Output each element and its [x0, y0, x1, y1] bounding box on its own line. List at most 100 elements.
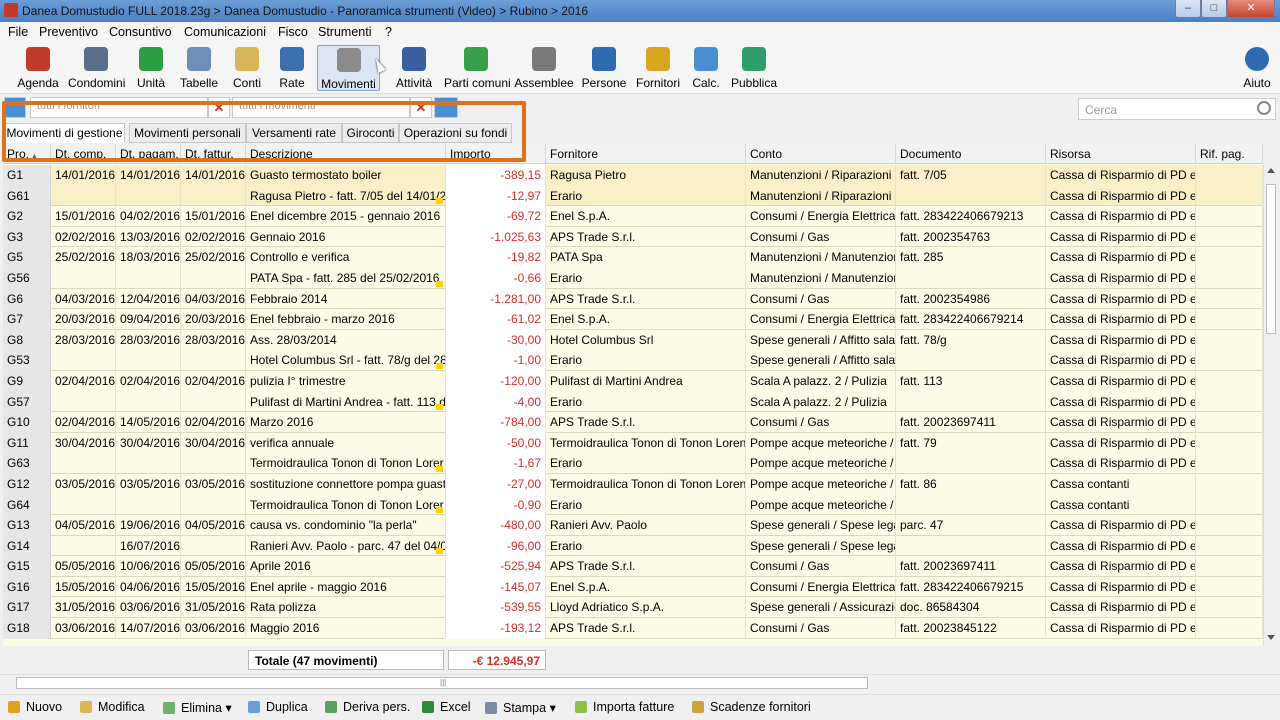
toolbar-label: Parti comuni — [444, 76, 511, 90]
col-dt-pagam-header[interactable]: Dt. pagam. — [116, 144, 181, 164]
col-documento-cell: fatt. 2002354763 — [896, 226, 1046, 248]
col-importo-header[interactable]: Importo — [446, 144, 546, 164]
movement-filter[interactable]: tutti i movimenti — [232, 97, 410, 118]
toolbar-movimenti-button[interactable]: Movimenti — [317, 45, 380, 91]
search-icon[interactable] — [1257, 101, 1271, 115]
clear-movement-filter-button[interactable]: ✕ — [410, 97, 432, 118]
toolbar-persone-button[interactable]: Persone — [580, 45, 628, 91]
table-row[interactable]: G2 15/01/2016 04/02/2016 15/01/2016 Enel dic… — [3, 206, 1263, 227]
stampa-button[interactable]: Stampa ▾ — [485, 700, 556, 715]
menu-consuntivo[interactable]: Consuntivo — [109, 25, 172, 39]
table-row[interactable]: G17 31/05/2016 03/06/2016 31/05/2016 Rata po… — [3, 597, 1263, 619]
sort-ascending-icon: ▲ — [29, 153, 38, 160]
cell-text: APS Trade S.r.l. — [550, 559, 636, 574]
col-fornitore-header[interactable]: Fornitore — [546, 144, 746, 164]
scadenze-fornitori-button[interactable]: Scadenze fornitori — [692, 700, 811, 714]
scroll-grip: ||| — [440, 678, 447, 687]
col-risorsa-cell: Cassa di Risparmio di PD e R — [1046, 576, 1196, 598]
table-row[interactable]: G8 28/03/2016 28/03/2016 28/03/2016 Ass. 28/… — [3, 329, 1263, 351]
cell-text: G18 — [7, 621, 30, 636]
menu-preventivo[interactable]: Preventivo — [39, 25, 98, 39]
filter-options-icon[interactable] — [434, 97, 458, 118]
col-descrizione-header[interactable]: Descrizione — [246, 144, 446, 164]
deriva-pers-button[interactable]: Deriva pers. — [325, 700, 410, 714]
table-row[interactable]: G57 Pulifast di Martini Andrea - fatt. 11… — [3, 391, 1263, 413]
table-row[interactable]: G64 Termoidraulica Tonon di Tonon Lorer -0… — [3, 494, 1263, 516]
tab-giroconti[interactable]: Giroconti — [342, 123, 399, 143]
help-button[interactable]: Aiuto — [1238, 45, 1276, 91]
col-dt-fattur-header[interactable]: Dt. fattur. — [181, 144, 246, 164]
table-row[interactable]: G6 04/03/2016 12/04/2016 04/03/2016 Febbraio… — [3, 288, 1263, 310]
table-row[interactable]: G16 15/05/2016 04/06/2016 15/05/2016 Enel ap… — [3, 576, 1263, 598]
scroll-down-arrow[interactable] — [1267, 635, 1275, 640]
nuovo-button[interactable]: Nuovo — [8, 700, 62, 714]
table-row[interactable]: G53 Hotel Columbus Srl - fatt. 78/g del 2… — [3, 350, 1263, 371]
scroll-up-arrow[interactable] — [1267, 168, 1275, 173]
toolbar-condomini-button[interactable]: Condomini — [68, 45, 125, 91]
toolbar-conti-button[interactable]: Conti — [226, 45, 268, 91]
toolbar-pubblica-button[interactable]: Pubblica — [730, 45, 778, 91]
menu-fisco[interactable]: Fisco — [278, 25, 308, 39]
table-row[interactable]: G56 PATA Spa - fatt. 285 del 25/02/2016 -0… — [3, 267, 1263, 289]
toolbar-calc-button[interactable]: Calc. — [690, 45, 722, 91]
table-row[interactable]: G15 05/05/2016 10/06/2016 05/05/2016 Aprile … — [3, 556, 1263, 577]
col-documento-cell: fatt. 2002354986 — [896, 288, 1046, 310]
col-rif-pag-header[interactable]: Rif. pag. — [1196, 144, 1263, 164]
toolbar-attivit-button[interactable]: Attività — [392, 45, 436, 91]
excel-button[interactable]: Excel — [422, 700, 471, 714]
maximize-button[interactable]: □ — [1201, 0, 1227, 18]
table-row[interactable]: G18 03/06/2016 14/07/2016 03/06/2016 Maggio … — [3, 618, 1263, 639]
modifica-button[interactable]: Modifica — [80, 700, 145, 714]
table-row[interactable]: G9 02/04/2016 02/04/2016 02/04/2016 pulizia … — [3, 370, 1263, 392]
col-fornitore-cell: APS Trade S.r.l. — [546, 412, 746, 433]
menu-help[interactable]: ? — [385, 25, 392, 39]
supplier-filter[interactable]: tutti i fornitori — [30, 97, 208, 118]
table-row[interactable]: G5 25/02/2016 18/03/2016 25/02/2016 Controll… — [3, 247, 1263, 268]
withholding-marker-icon — [436, 465, 443, 472]
cell-text: Cassa di Risparmio di PD e R — [1050, 538, 1196, 553]
col-risorsa-header[interactable]: Risorsa — [1046, 144, 1196, 164]
menu-strumenti[interactable]: Strumenti — [318, 25, 372, 39]
col-pro-header[interactable]: Pro. ▲ — [3, 144, 51, 164]
tab-versamenti-rate[interactable]: Versamenti rate — [246, 123, 342, 143]
menu-comunicazioni[interactable]: Comunicazioni — [184, 25, 266, 39]
toolbar-fornitori-button[interactable]: Fornitori — [634, 45, 682, 91]
elimina-button[interactable]: Elimina ▾ — [163, 700, 232, 715]
table-row[interactable]: G10 02/04/2016 14/05/2016 02/04/2016 Marzo 2… — [3, 412, 1263, 433]
table-row[interactable]: G63 Termoidraulica Tonon di Tonon Lorer -1… — [3, 453, 1263, 474]
tab-movimenti-personali[interactable]: Movimenti personali — [129, 123, 246, 143]
col-risorsa-cell: Cassa di Risparmio di PD e R — [1046, 432, 1196, 454]
col-conto-header[interactable]: Conto — [746, 144, 896, 164]
col-dt-comp-header[interactable]: Dt. comp. — [51, 144, 116, 164]
table-row[interactable]: G14 16/07/2016 Ranieri Avv. Paolo - parc. … — [3, 535, 1263, 557]
toolbar-unit-button[interactable]: Unità — [134, 45, 168, 91]
filter-icon[interactable] — [4, 97, 26, 118]
close-button[interactable]: ✕ — [1227, 0, 1275, 18]
toolbar-agenda-button[interactable]: Agenda — [16, 45, 60, 91]
col-documento-header[interactable]: Documento — [896, 144, 1046, 164]
toolbar-rate-button[interactable]: Rate — [272, 45, 312, 91]
col-rif-pag-cell — [1196, 226, 1263, 248]
vertical-scrollbar[interactable] — [1263, 164, 1277, 646]
table-row[interactable]: G13 04/05/2016 19/06/2016 04/05/2016 causa v… — [3, 515, 1263, 536]
table-row[interactable]: G7 20/03/2016 09/04/2016 20/03/2016 Enel feb… — [3, 309, 1263, 330]
table-row[interactable]: G3 02/02/2016 13/03/2016 02/02/2016 Gennaio … — [3, 226, 1263, 248]
table-row[interactable]: G12 03/05/2016 03/05/2016 03/05/2016 sostitu… — [3, 473, 1263, 495]
cell-text: -120,00 — [500, 373, 541, 388]
menu-file[interactable]: File — [8, 25, 28, 39]
search-input[interactable]: Cerca — [1078, 98, 1276, 120]
table-row[interactable]: G11 30/04/2016 30/04/2016 30/04/2016 verific… — [3, 432, 1263, 454]
vertical-scroll-thumb[interactable] — [1266, 184, 1276, 334]
clear-supplier-filter-button[interactable]: ✕ — [208, 97, 230, 118]
table-row[interactable]: G1 14/01/2016 14/01/2016 14/01/2016 Guasto t… — [3, 165, 1263, 186]
importa-fatture-button[interactable]: Importa fatture — [575, 700, 674, 714]
tab-movimenti-gestione[interactable]: Movimenti di gestione — [4, 123, 125, 143]
tab-operazioni-fondi[interactable]: Operazioni su fondi — [399, 123, 512, 143]
toolbar-assemblee-button[interactable]: Assemblee — [514, 45, 574, 91]
toolbar-tabelle-button[interactable]: Tabelle — [178, 45, 220, 91]
duplica-button[interactable]: Duplica — [248, 700, 308, 714]
horizontal-scrollbar[interactable]: ||| — [0, 674, 1280, 690]
minimize-button[interactable]: – — [1175, 0, 1201, 18]
table-row[interactable]: G61 Ragusa Pietro - fatt. 7/05 del 14/01/… — [3, 185, 1263, 207]
toolbar-parti-comuni-button[interactable]: Parti comuni — [444, 45, 511, 91]
